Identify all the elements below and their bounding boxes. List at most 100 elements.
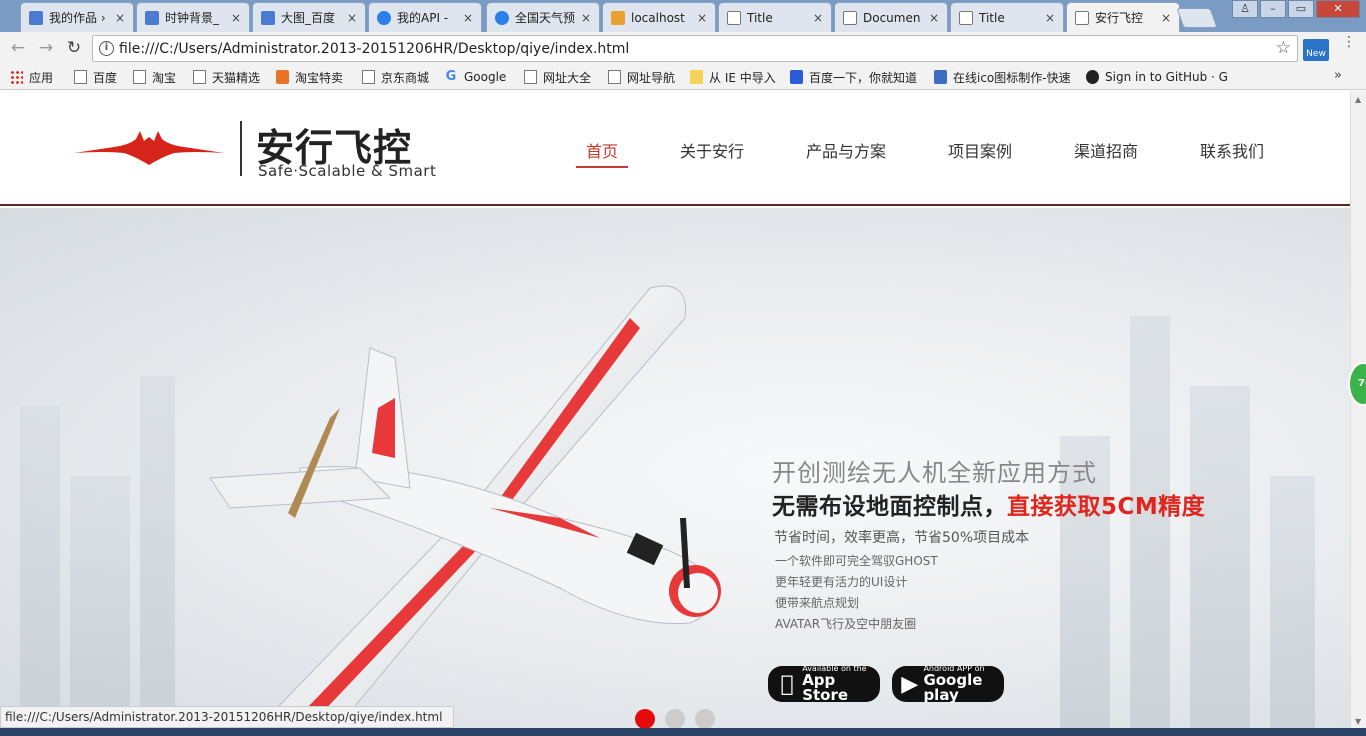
logo-divider	[240, 121, 242, 176]
bookmark-apps[interactable]: 应用	[10, 68, 53, 86]
windows-taskbar	[0, 728, 1366, 736]
ico-icon	[934, 70, 947, 84]
tab-close-icon[interactable]: ×	[1161, 11, 1171, 25]
tab-4[interactable]: 全国天气预 ×	[486, 2, 600, 32]
bookmark-github[interactable]: Sign in to GitHub · G	[1086, 68, 1228, 86]
carousel-dot-3[interactable]	[695, 709, 715, 729]
site-header: 安行飞控 Safe·Scalable & Smart 首页 关于安行 产品与方案…	[0, 91, 1350, 206]
drone-plane-image	[209, 285, 721, 736]
apple-icon: 	[776, 672, 798, 697]
nav-channels[interactable]: 渠道招商	[1074, 138, 1138, 162]
brand-tagline: Safe·Scalable & Smart	[258, 162, 437, 180]
nav-active-underline	[576, 166, 628, 168]
bookmark-baidu-search[interactable]: 百度一下，你就知道	[790, 68, 917, 86]
address-bar[interactable]: i file:///C:/Users/Administrator.2013-20…	[92, 35, 1298, 62]
hero-feature: 一个软件即可完全驾驭GHOST	[775, 554, 938, 568]
hero-headline: 无需布设地面控制点，直接获取5CM精度	[772, 494, 1206, 520]
apps-grid-icon	[10, 70, 23, 84]
tab-6[interactable]: Title ×	[718, 2, 832, 32]
app-store-button[interactable]:  Available on theApp Store	[768, 665, 880, 703]
hero-lead: 节省时间，效率更高，节省50%项目成本	[774, 530, 1030, 546]
tab-2[interactable]: 大图_百度 ×	[252, 2, 366, 32]
bookmark-nav[interactable]: 网址导航	[608, 68, 675, 86]
maximize-button[interactable]: ▭	[1288, 0, 1314, 18]
tab-close-icon[interactable]: ×	[231, 11, 241, 25]
extension-new-button[interactable]: New	[1303, 39, 1329, 61]
bolt-icon	[377, 10, 391, 25]
nav-home[interactable]: 首页	[586, 138, 618, 162]
minimize-button[interactable]: –	[1260, 0, 1286, 18]
carousel-dot-2[interactable]	[665, 709, 685, 729]
baidu-paw-icon	[29, 10, 43, 25]
tab-close-icon[interactable]: ×	[697, 11, 707, 25]
scroll-up-icon[interactable]: ▲	[1355, 95, 1361, 104]
building-shape	[1270, 476, 1315, 736]
bookmarks-bar: 应用 百度 淘宝 天猫精选 淘宝特卖 京东商城 G Google 网址大全 网址导…	[0, 64, 1366, 90]
link-status-bar: file:///C:/Users/Administrator.2013-2015…	[0, 706, 454, 728]
tab-7[interactable]: Documen ×	[834, 2, 948, 32]
tab-close-icon[interactable]: ×	[929, 11, 939, 25]
baidu-paw-icon	[790, 70, 803, 84]
play-triangle-icon: ▶	[901, 671, 919, 697]
nav-contact[interactable]: 联系我们	[1200, 138, 1264, 162]
hero-banner: 开创测绘无人机全新应用方式 无需布设地面控制点，直接获取5CM精度 节省时间，效…	[0, 208, 1350, 736]
tab-0[interactable]: 我的作品 › ×	[20, 2, 134, 32]
google-play-button[interactable]: ▶ Android APP on Google play	[892, 665, 1004, 703]
nav-cases[interactable]: 项目案例	[948, 138, 1012, 162]
bookmarks-more-icon[interactable]: »	[1334, 68, 1342, 83]
address-url[interactable]: file:///C:/Users/Administrator.2013-2015…	[119, 41, 629, 57]
tab-close-icon[interactable]: ×	[115, 11, 125, 25]
bolt-icon	[495, 10, 509, 25]
reload-icon[interactable]: ↻	[64, 38, 84, 58]
tab-3[interactable]: 我的API - ×	[368, 2, 482, 32]
close-window-button[interactable]: ✕	[1316, 0, 1360, 18]
building-shape	[1190, 386, 1250, 736]
google-icon: G	[445, 69, 457, 84]
tab-1[interactable]: 时钟背景_ ×	[136, 2, 250, 32]
baidu-paw-icon	[145, 10, 159, 25]
bookmark-ie-import[interactable]: 从 IE 中导入	[690, 68, 776, 86]
tab-close-icon[interactable]: ×	[1045, 11, 1055, 25]
document-icon	[727, 10, 741, 25]
document-icon	[1075, 10, 1089, 25]
building-shape	[1130, 316, 1170, 736]
back-arrow-icon[interactable]: ←	[8, 38, 28, 58]
new-tab-button[interactable]	[1176, 8, 1218, 28]
page-icon	[524, 70, 537, 84]
bookmark-tmall[interactable]: 天猫精选	[193, 68, 260, 86]
forward-arrow-icon[interactable]: →	[36, 38, 56, 58]
page-scrollbar[interactable]: ▲ ▼	[1350, 91, 1366, 736]
carousel-dot-1[interactable]	[635, 709, 655, 729]
hero-feature: AVATAR飞行及空中朋友圈	[775, 617, 917, 631]
tab-9-active[interactable]: 安行飞控 ×	[1066, 2, 1180, 32]
bookmark-baidu[interactable]: 百度	[74, 68, 117, 86]
hero-feature: 更年轻更有活力的UI设计	[775, 575, 908, 589]
github-icon	[1086, 70, 1099, 84]
tab-close-icon[interactable]: ×	[463, 11, 473, 25]
scroll-down-icon[interactable]: ▼	[1355, 717, 1361, 726]
tab-close-icon[interactable]: ×	[813, 11, 823, 25]
bookmark-google[interactable]: G Google	[444, 68, 507, 86]
bookmark-ico-maker[interactable]: 在线ico图标制作-快速	[934, 68, 1071, 86]
nav-about[interactable]: 关于安行	[680, 138, 744, 162]
tab-close-icon[interactable]: ×	[581, 11, 591, 25]
menu-kebab-icon[interactable]: ⋮	[1342, 35, 1356, 57]
bookmark-jd[interactable]: 京东商城	[362, 68, 429, 86]
bookmark-star-icon[interactable]: ☆	[1276, 38, 1291, 58]
bookmark-taobao-sale[interactable]: 淘宝特卖	[276, 68, 343, 86]
bat-logo-icon	[74, 131, 224, 165]
document-icon	[843, 10, 857, 25]
bookmark-hao[interactable]: 网址大全	[524, 68, 591, 86]
pma-icon	[611, 10, 625, 25]
user-icon[interactable]: ♙	[1232, 0, 1258, 18]
nav-products[interactable]: 产品与方案	[806, 138, 886, 162]
page-icon	[133, 70, 146, 84]
baidu-paw-icon	[261, 10, 275, 25]
tab-8[interactable]: Title ×	[950, 2, 1064, 32]
taobao-icon	[276, 70, 289, 84]
tab-5[interactable]: localhost ×	[602, 2, 716, 32]
info-icon[interactable]: i	[99, 41, 114, 56]
tab-close-icon[interactable]: ×	[347, 11, 357, 25]
bookmark-taobao[interactable]: 淘宝	[133, 68, 176, 86]
document-icon	[959, 10, 973, 25]
